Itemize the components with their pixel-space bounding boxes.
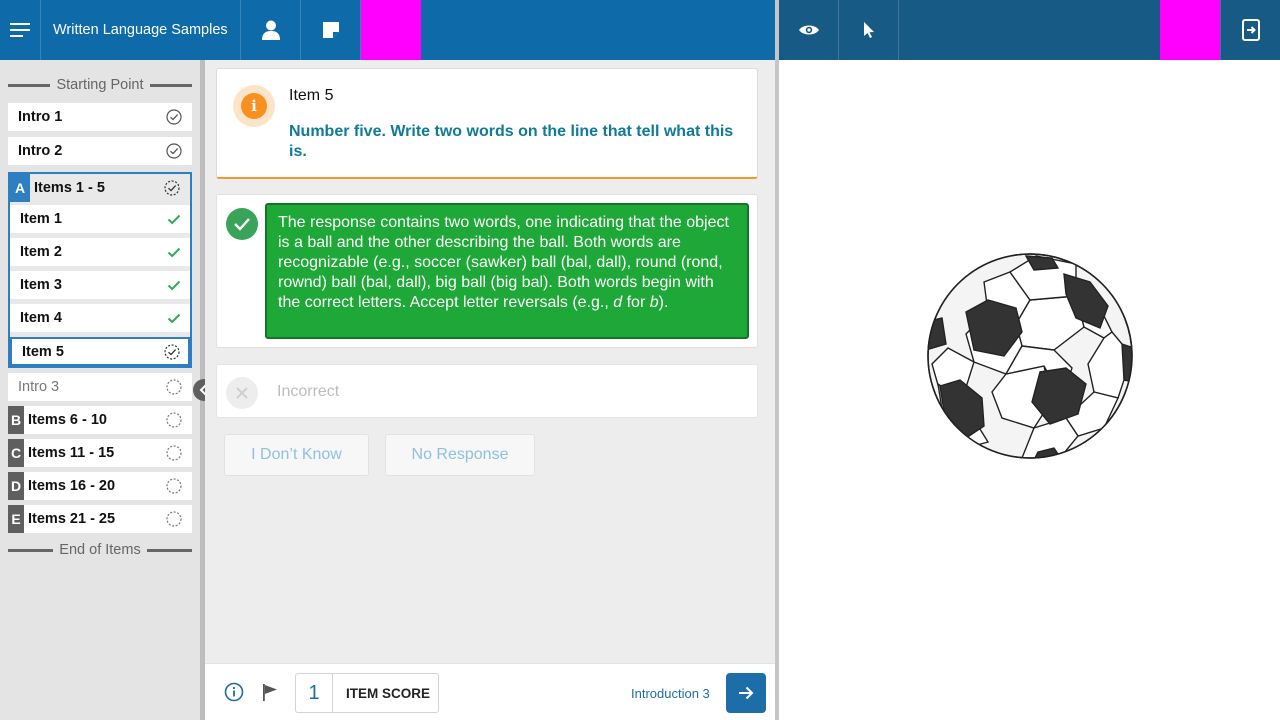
end-of-items-label: End of Items xyxy=(8,540,192,560)
complete-check-icon xyxy=(166,109,182,125)
starting-point-label: Starting Point xyxy=(8,75,192,95)
sidebar-item-group-e[interactable]: E Items 21 - 25 xyxy=(8,505,192,533)
complete-check-icon xyxy=(166,143,182,159)
person-icon xyxy=(261,20,280,40)
correct-response-criteria: The response contains two words, one ind… xyxy=(265,203,749,339)
eye-icon xyxy=(798,25,819,35)
sidebar-item-intro-3[interactable]: Intro 3 xyxy=(8,373,192,401)
sidebar-item-group-b[interactable]: B Items 6 - 10 xyxy=(8,406,192,434)
check-icon xyxy=(167,313,181,324)
info-icon: i xyxy=(241,93,267,119)
check-icon xyxy=(167,214,181,225)
visibility-button[interactable] xyxy=(779,0,839,60)
top-bar: Written Language Samples xyxy=(0,0,775,60)
examinee-button[interactable] xyxy=(241,0,301,60)
group-letter: C xyxy=(8,439,24,467)
stimulus-toolbar xyxy=(779,0,1280,60)
group-letter: E xyxy=(8,505,24,533)
sidebar-item-item-1[interactable]: Item 1 xyxy=(10,205,190,233)
sidebar-item-item-3[interactable]: Item 3 xyxy=(10,271,190,299)
item-group-a: A Items 1 - 5 Item 1 Item 2 Item 3 Item … xyxy=(8,172,192,368)
item-score-value: 1 xyxy=(296,674,333,712)
placeholder-block xyxy=(361,0,421,60)
item-prompt: Number five. Write two words on the line… xyxy=(289,123,734,160)
placeholder-block-right xyxy=(1160,0,1220,60)
sidebar-item-item-2[interactable]: Item 2 xyxy=(10,238,190,266)
incorrect-label: Incorrect xyxy=(277,383,340,400)
group-header-a[interactable]: A Items 1 - 5 xyxy=(10,174,190,202)
app-title: Written Language Samples xyxy=(41,0,241,60)
sidebar-item-group-c[interactable]: C Items 11 - 15 xyxy=(8,439,192,467)
info-icon[interactable] xyxy=(224,682,244,702)
pane-divider[interactable] xyxy=(775,0,779,720)
soccer-ball-image xyxy=(927,253,1133,459)
dont-know-button[interactable]: I Don’t Know xyxy=(224,434,369,476)
group-letter: A xyxy=(10,174,30,202)
in-progress-icon xyxy=(164,344,180,360)
not-started-icon xyxy=(166,445,182,461)
not-started-icon xyxy=(166,412,182,428)
present-button[interactable] xyxy=(1220,0,1280,60)
flag-icon[interactable] xyxy=(260,682,280,702)
tablet-present-icon xyxy=(1241,19,1260,41)
sidebar-item-intro-2[interactable]: Intro 2 xyxy=(8,137,192,165)
incorrect-response-option[interactable]: Incorrect xyxy=(216,364,758,418)
sidebar-item-item-5[interactable]: Item 5 xyxy=(10,337,190,366)
cursor-icon xyxy=(863,22,874,38)
sidebar-item-intro-1[interactable]: Intro 1 xyxy=(8,103,192,131)
next-destination-label[interactable]: Introduction 3 xyxy=(631,686,710,701)
correct-check-icon xyxy=(226,208,258,240)
item-score-box: 1 ITEM SCORE xyxy=(295,673,439,713)
scoring-footer: 1 ITEM SCORE Introduction 3 xyxy=(205,663,775,720)
menu-icon xyxy=(10,23,30,37)
note-icon xyxy=(322,22,339,38)
item-card: i Item 5 Number five. Write two words on… xyxy=(216,68,758,179)
not-started-icon xyxy=(166,478,182,494)
incorrect-x-icon xyxy=(226,377,258,409)
arrow-right-icon xyxy=(739,686,754,700)
in-progress-icon xyxy=(164,180,180,196)
check-icon xyxy=(167,247,181,258)
item-info-badge: i xyxy=(233,85,275,127)
no-response-button[interactable]: No Response xyxy=(385,434,535,476)
not-started-icon xyxy=(166,511,182,527)
pointer-button[interactable] xyxy=(839,0,899,60)
not-started-icon xyxy=(166,379,182,395)
group-letter: B xyxy=(8,406,24,434)
notes-button[interactable] xyxy=(301,0,361,60)
correct-response-option[interactable]: The response contains two words, one ind… xyxy=(216,194,758,348)
check-icon xyxy=(167,280,181,291)
group-letter: D xyxy=(8,472,24,500)
menu-button[interactable] xyxy=(0,0,41,60)
sidebar-item-group-d[interactable]: D Items 16 - 20 xyxy=(8,472,192,500)
item-title: Item 5 xyxy=(289,87,334,104)
next-button[interactable] xyxy=(726,673,766,713)
sidebar-item-item-4[interactable]: Item 4 xyxy=(10,304,190,332)
item-score-label: ITEM SCORE xyxy=(346,685,431,701)
